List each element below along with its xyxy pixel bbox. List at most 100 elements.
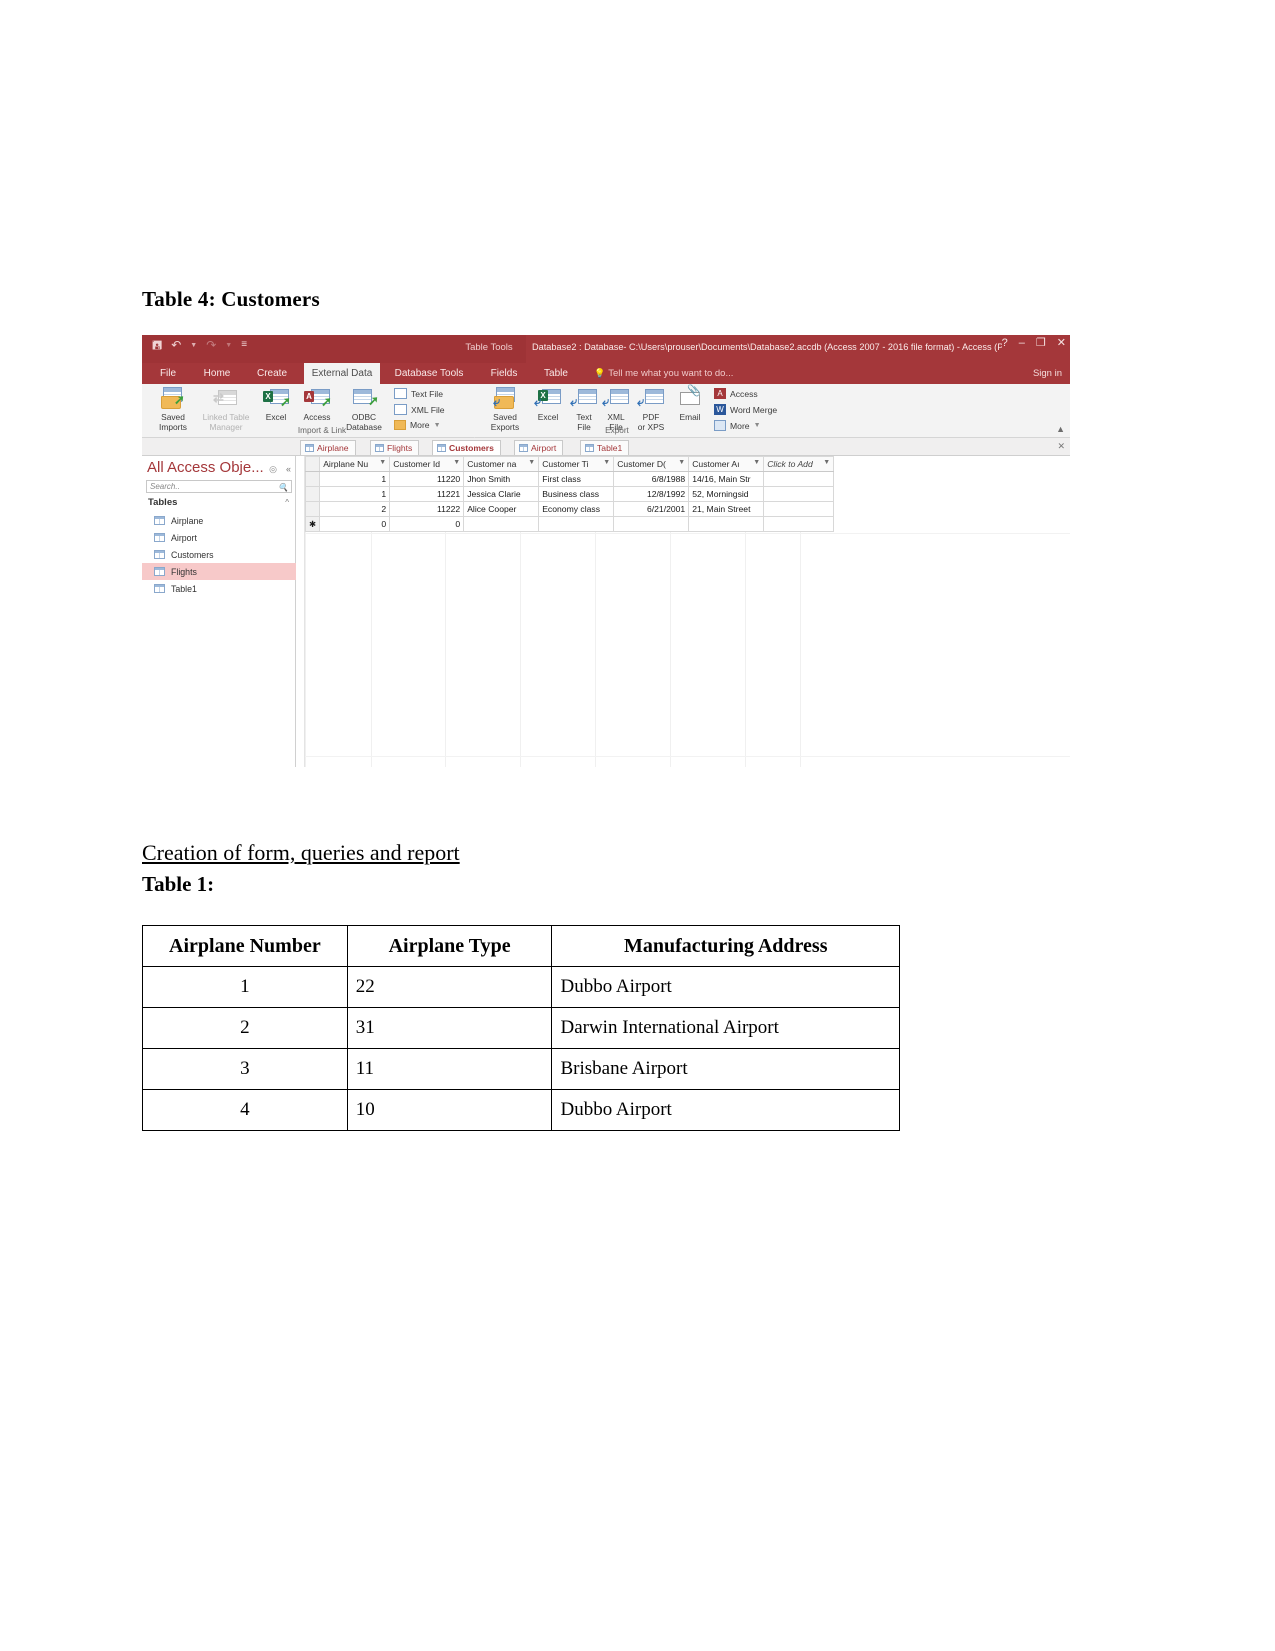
tab-create[interactable]: Create [248, 363, 296, 384]
tell-me-box[interactable]: 💡 Tell me what you want to do... [594, 363, 733, 384]
cell-customer-name-new[interactable] [463, 516, 540, 532]
cell-click-to-add[interactable] [763, 486, 835, 502]
customize-qat-icon[interactable]: ≡ [241, 340, 247, 350]
save-icon[interactable]: 🖪 [152, 339, 162, 351]
cell-customer-id[interactable]: 11221 [389, 486, 465, 502]
cell-customer-address[interactable]: 52, Morningsid [688, 486, 765, 502]
column-header-airplane-number[interactable]: ▼ Airplane Nu [319, 456, 391, 472]
ribbon-access-export[interactable]: A Access [714, 388, 758, 399]
object-tab-airport[interactable]: Airport [514, 440, 564, 455]
table-row[interactable]: 1 11221 Jessica Clarie Business class 12… [304, 486, 835, 502]
cell-customer-title-new[interactable] [538, 516, 615, 532]
tab-fields[interactable]: Fields [482, 363, 526, 384]
sidebar-item-table1[interactable]: Table1 [142, 580, 296, 597]
cell-customer-id-new[interactable]: 0 [389, 516, 465, 532]
redo-dropdown-icon[interactable]: ▼ [225, 342, 232, 349]
cell-customer-dob-new[interactable] [613, 516, 690, 532]
chevron-down-icon[interactable]: ▼ [434, 422, 441, 429]
tab-table[interactable]: Table [534, 363, 578, 384]
cell-click-to-add[interactable] [763, 501, 835, 517]
column-header-customer-dob[interactable]: ▼ Customer D( [613, 456, 690, 472]
cell-customer-title[interactable]: Economy class [538, 501, 615, 517]
cell-click-to-add-new[interactable] [763, 516, 835, 532]
tab-external-data[interactable]: External Data [304, 363, 380, 384]
sidebar-item-customers[interactable]: Customers [142, 546, 296, 563]
tab-database-tools[interactable]: Database Tools [386, 363, 472, 384]
cell-customer-title[interactable]: Business class [538, 486, 615, 502]
cell-customer-id[interactable]: 11220 [389, 471, 465, 487]
collapse-ribbon-icon[interactable]: ▲ [1056, 424, 1065, 434]
column-header-customer-title[interactable]: ▼ Customer Ti [538, 456, 615, 472]
cell-customer-name[interactable]: Jhon Smith [463, 471, 540, 487]
section-heading-creation: Creation of form, queries and report [142, 840, 460, 865]
cell-airplane-number[interactable]: 1 [319, 471, 391, 487]
ribbon-excel-import[interactable]: X ➚ Excel [258, 387, 294, 423]
cell-customer-name[interactable]: Alice Cooper [463, 501, 540, 517]
ribbon-word-merge[interactable]: W Word Merge [714, 404, 777, 415]
ribbon-excel-export[interactable]: X ⤶ Excel [530, 387, 566, 423]
row-selector[interactable] [304, 471, 321, 487]
redo-icon[interactable]: ↷ [206, 339, 216, 351]
ribbon-more-export[interactable]: More ▼ [714, 420, 761, 431]
column-header-customer-id[interactable]: ▼ Customer Id [389, 456, 465, 472]
column-header-customer-address[interactable]: ▼ Customer Aı [688, 456, 765, 472]
cell-customer-address[interactable]: 14/16, Main Str [688, 471, 765, 487]
chevron-down-icon-2[interactable]: ▼ [754, 422, 761, 429]
cell-airplane-number[interactable]: 1 [319, 486, 391, 502]
sidebar-item-airplane[interactable]: Airplane [142, 512, 296, 529]
table-row[interactable]: 2 11222 Alice Cooper Economy class 6/21/… [304, 501, 835, 517]
minimize-button[interactable]: – [1019, 338, 1025, 349]
chevron-down-icon-nav[interactable]: ◎ [269, 464, 277, 475]
ribbon-saved-exports[interactable]: ⤶ Saved Exports [482, 387, 528, 432]
undo-icon[interactable]: ↶ [171, 339, 181, 351]
cell-customer-dob[interactable]: 6/8/1988 [613, 471, 690, 487]
ribbon-email[interactable]: 📎 Email [672, 386, 708, 423]
column-header-click-to-add[interactable]: ▼ Click to Add [763, 456, 835, 472]
chevron-up-icon[interactable]: ^ [285, 498, 289, 507]
column-header-customer-name[interactable]: ▼ Customer na [463, 456, 540, 472]
ribbon-xml-file-import[interactable]: XML File [394, 404, 445, 415]
cell-customer-address[interactable]: 21, Main Street [688, 501, 765, 517]
help-icon[interactable]: ? [1002, 338, 1008, 349]
sidebar-item-flights[interactable]: Flights [142, 563, 296, 580]
restore-button[interactable]: ❐ [1036, 338, 1046, 349]
tab-file[interactable]: File [150, 363, 186, 384]
search-icon[interactable]: 🔍 [278, 482, 288, 494]
new-record-row[interactable]: ✱ 0 0 [304, 516, 835, 532]
cell-customer-id[interactable]: 11222 [389, 501, 465, 517]
sidebar-item-airport[interactable]: Airport [142, 529, 296, 546]
new-record-marker[interactable]: ✱ [304, 516, 321, 532]
double-chevron-left-icon[interactable]: « [286, 464, 291, 474]
column-header-airplane-type: Airplane Type [346, 925, 553, 967]
window-controls[interactable]: ? – ❐ ✕ [1002, 338, 1066, 349]
object-tab-customers[interactable]: Customers [432, 440, 501, 455]
cell-customer-title[interactable]: First class [538, 471, 615, 487]
ribbon-text-file-import[interactable]: Text File [394, 388, 443, 399]
row-selector[interactable] [304, 486, 321, 502]
table-row[interactable]: 1 11220 Jhon Smith First class 6/8/1988 … [304, 471, 835, 487]
ribbon-saved-imports[interactable]: ➚ Saved Imports [150, 387, 196, 432]
cell-click-to-add[interactable] [763, 471, 835, 487]
sidebar-item-label-customers: Customers [171, 549, 214, 560]
cell-airplane-number-new[interactable]: 0 [319, 516, 391, 532]
cell-customer-name[interactable]: Jessica Clarie [463, 486, 540, 502]
cell-customer-dob[interactable]: 12/8/1992 [613, 486, 690, 502]
close-button[interactable]: ✕ [1057, 338, 1066, 349]
ribbon-access-import[interactable]: A ➚ Access [296, 387, 338, 423]
cell-customer-address-new[interactable] [688, 516, 765, 532]
sign-in-link[interactable]: Sign in [1033, 363, 1062, 384]
search-input[interactable]: Search.. 🔍 [146, 480, 292, 493]
undo-dropdown-icon[interactable]: ▼ [190, 342, 197, 349]
row-selector[interactable] [304, 501, 321, 517]
cell-customer-dob[interactable]: 6/21/2001 [613, 501, 690, 517]
object-tab-flights[interactable]: Flights [370, 440, 420, 455]
object-tab-airplane[interactable]: Airplane [300, 440, 356, 455]
nav-group-tables[interactable]: Tables [148, 497, 177, 508]
object-tab-table1[interactable]: Table1 [580, 440, 630, 455]
saved-exports-icon: ⤶ [482, 387, 528, 411]
tab-home[interactable]: Home [194, 363, 240, 384]
close-object-tab-icon[interactable]: ✕ [1057, 441, 1065, 452]
cell-airplane-number[interactable]: 2 [319, 501, 391, 517]
quick-access-toolbar[interactable]: 🖪 ↶ ▼ ↷ ▼ ≡ [152, 339, 247, 351]
ribbon-more-import[interactable]: More ▼ [394, 420, 441, 430]
